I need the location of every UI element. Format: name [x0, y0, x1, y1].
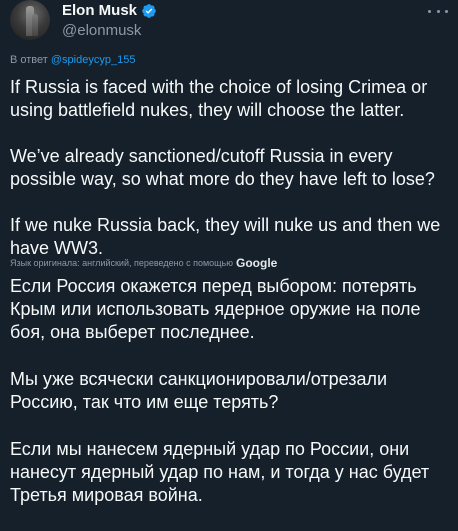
- tweet-paragraph: If Russia is faced with the choice of lo…: [10, 77, 428, 120]
- reply-prefix: В ответ: [10, 54, 48, 66]
- reply-mention-link[interactable]: @spideycyp_155: [51, 54, 136, 66]
- translation-note-text: Язык оригинала: английский, переведено с…: [10, 258, 234, 268]
- author-display-name[interactable]: Elon Musk: [62, 2, 137, 19]
- reply-context: В ответ @spideycyp_155: [10, 54, 135, 66]
- tweet-paragraph: We’ve already sanctioned/cutoff Russia i…: [10, 146, 435, 189]
- google-logo: Google: [236, 256, 278, 270]
- more-options-icon[interactable]: [428, 4, 448, 18]
- avatar[interactable]: [10, 0, 50, 40]
- author-handle[interactable]: @elonmusk: [62, 22, 141, 39]
- tweet-text: If Russia is faced with the choice of lo…: [10, 76, 450, 283]
- translation-note: Язык оригинала: английский, переведено с…: [10, 256, 277, 270]
- translated-paragraph: Мы уже всячески санкционировали/отрезали…: [10, 369, 388, 412]
- tweet-paragraph: If we nuke Russia back, they will nuke u…: [10, 215, 441, 258]
- tweet: Elon Musk @elonmusk В ответ @spideycyp_1…: [0, 0, 458, 505]
- author-name-row: Elon Musk: [62, 2, 157, 19]
- avatar-figure-secondary: [32, 14, 38, 36]
- verified-badge-icon: [141, 3, 157, 19]
- translated-paragraph: Если мы нанесем ядерный удар по России, …: [10, 439, 430, 505]
- translated-text: Если Россия окажется перед выбором: поте…: [10, 275, 450, 531]
- translated-paragraph: Если Россия окажется перед выбором: поте…: [10, 276, 421, 342]
